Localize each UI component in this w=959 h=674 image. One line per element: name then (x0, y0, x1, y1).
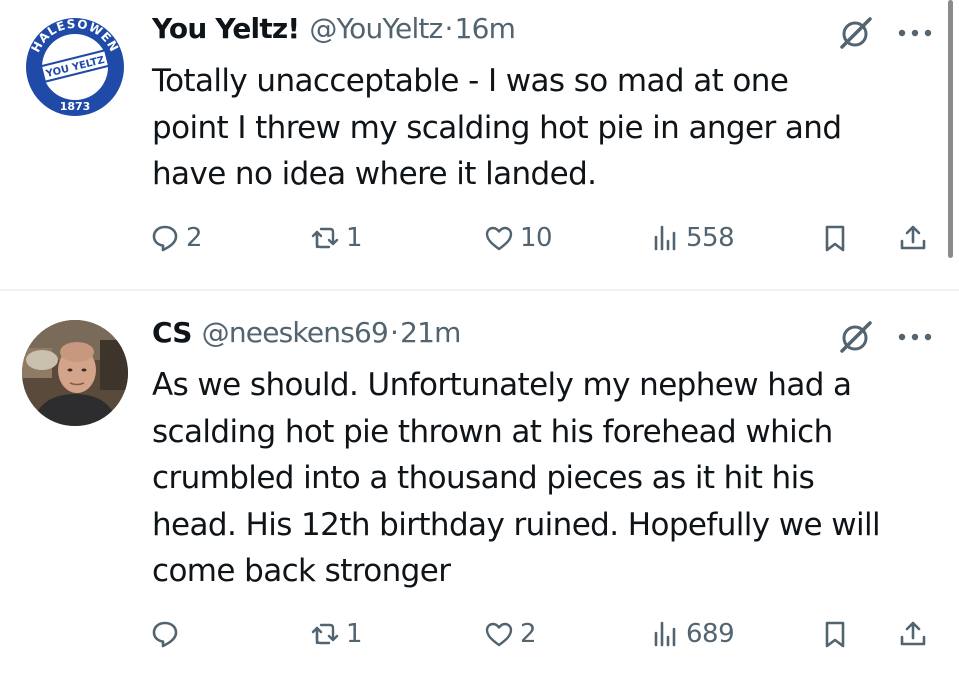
heart-icon (485, 226, 513, 251)
timestamp[interactable]: 21m (400, 316, 461, 349)
tweet[interactable]: CS @neeskens69 · 21m As we should. Unfor… (0, 292, 959, 674)
view-count: 689 (686, 619, 735, 649)
views-button[interactable]: 689 (650, 614, 735, 654)
separator: · (444, 12, 454, 45)
action-bar: 2 1 10 558 (150, 218, 950, 258)
like-count: 10 (520, 223, 553, 253)
tweet-header: You Yeltz! @YouYeltz · 16m (152, 12, 516, 52)
timestamp[interactable]: 16m (455, 12, 516, 45)
action-bar: 1 2 689 (150, 614, 950, 654)
tweet-header: CS @neeskens69 · 21m (152, 316, 461, 356)
reply-button[interactable]: 2 (150, 218, 203, 258)
grok-icon[interactable] (839, 320, 873, 354)
tweet[interactable]: HALESOWEN YOU YELTZ 1873 You Yeltz! @You… (0, 0, 959, 290)
more-icon[interactable] (897, 332, 933, 342)
display-name[interactable]: CS (152, 316, 192, 349)
views-icon (654, 621, 676, 647)
user-handle[interactable]: @neeskens69 (202, 316, 389, 349)
bookmark-button[interactable] (820, 218, 850, 258)
tweet-text: Totally unacceptable - I was so mad at o… (152, 63, 842, 192)
view-count: 558 (686, 223, 735, 253)
bookmark-icon (825, 225, 845, 252)
like-button[interactable]: 2 (484, 614, 537, 654)
club-badge-icon[interactable]: HALESOWEN YOU YELTZ 1873 (22, 14, 128, 120)
grok-icon[interactable] (839, 16, 873, 50)
divider (0, 289, 959, 291)
repost-icon (311, 227, 339, 249)
like-count: 2 (520, 619, 537, 649)
reply-count: 2 (186, 223, 203, 253)
views-icon (654, 225, 676, 251)
repost-button[interactable]: 1 (310, 614, 363, 654)
separator: · (390, 316, 399, 349)
share-icon (900, 621, 926, 646)
svg-text:1873: 1873 (60, 100, 91, 113)
heart-icon (485, 622, 513, 647)
repost-button[interactable]: 1 (310, 218, 363, 258)
repost-count: 1 (346, 223, 363, 253)
repost-count: 1 (346, 619, 363, 649)
user-handle[interactable]: @YouYeltz (309, 12, 443, 45)
tweet-text: As we should. Unfortunately my nephew ha… (152, 367, 881, 589)
bookmark-button[interactable] (820, 614, 850, 654)
reply-icon (152, 621, 178, 648)
like-button[interactable]: 10 (484, 218, 553, 258)
bookmark-icon (825, 621, 845, 648)
more-icon[interactable] (897, 28, 933, 38)
reply-icon (152, 225, 178, 252)
views-button[interactable]: 558 (650, 218, 735, 258)
scrollbar[interactable] (948, 0, 953, 258)
user-photo-avatar[interactable] (22, 320, 128, 426)
display-name[interactable]: You Yeltz! (152, 12, 300, 45)
share-button[interactable] (898, 614, 928, 654)
reply-button[interactable] (150, 614, 186, 654)
repost-icon (311, 623, 339, 645)
share-icon (900, 225, 926, 250)
share-button[interactable] (898, 218, 928, 258)
